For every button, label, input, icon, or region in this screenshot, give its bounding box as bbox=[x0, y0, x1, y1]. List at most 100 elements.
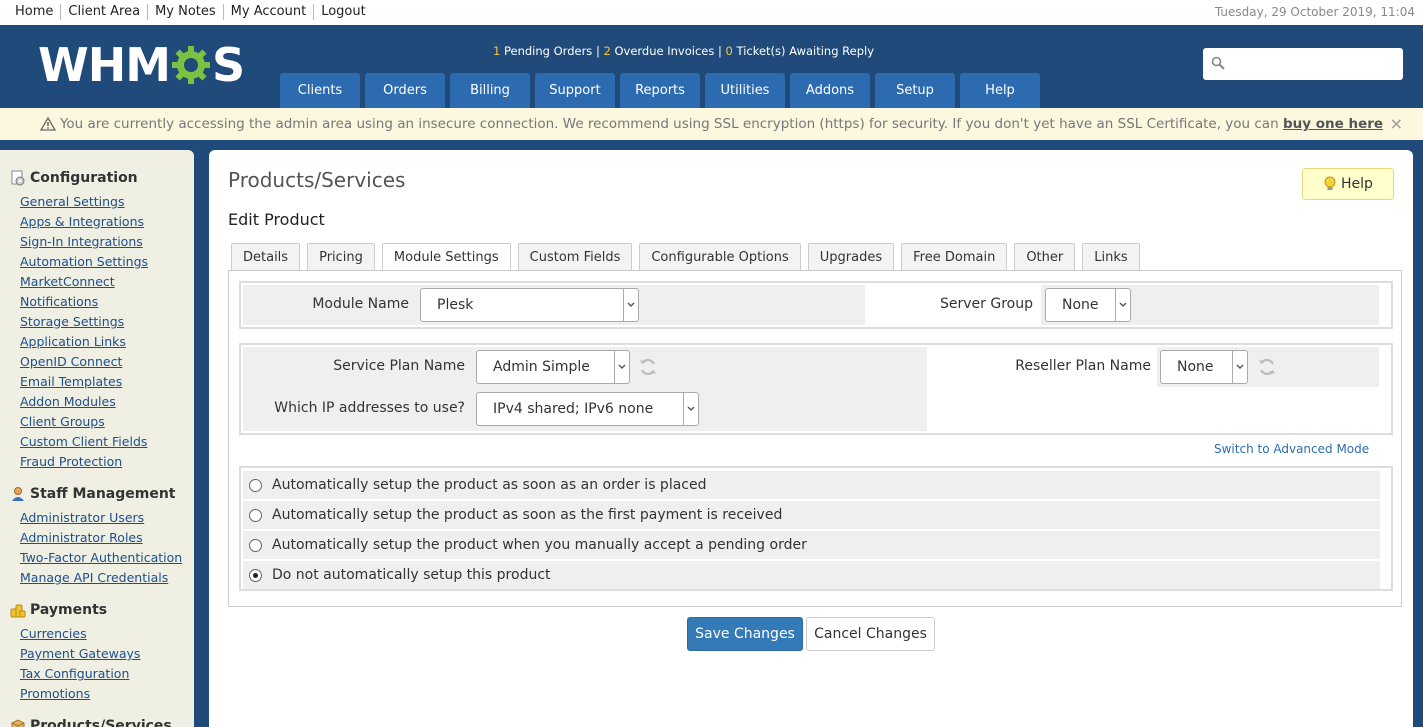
sidebar-item-custom-client-fields[interactable]: Custom Client Fields bbox=[20, 434, 147, 449]
sidebar-item-currencies[interactable]: Currencies bbox=[20, 626, 87, 641]
chevron-down-icon bbox=[623, 289, 638, 321]
edit-product-heading: Edit Product bbox=[228, 210, 325, 229]
tab-module-settings[interactable]: Module Settings bbox=[381, 243, 511, 271]
chevron-down-icon bbox=[1232, 351, 1247, 383]
nav-billing[interactable]: Billing bbox=[450, 73, 530, 108]
tickets-count[interactable]: 0 bbox=[726, 44, 733, 58]
save-changes-button[interactable]: Save Changes bbox=[687, 617, 803, 651]
tab-details[interactable]: Details bbox=[231, 243, 301, 270]
sidebar-item-email-templates[interactable]: Email Templates bbox=[20, 374, 122, 389]
chevron-down-icon bbox=[683, 393, 698, 425]
setup-option-row[interactable]: Automatically setup the product as soon … bbox=[243, 471, 1380, 499]
sidebar-item-tax-configuration[interactable]: Tax Configuration bbox=[20, 666, 129, 681]
box-icon bbox=[11, 719, 25, 727]
tab-configurable-options[interactable]: Configurable Options bbox=[639, 243, 801, 270]
top-link-home[interactable]: Home bbox=[8, 4, 60, 20]
module-settings-panel: Module Name Plesk Server Group None Serv… bbox=[228, 270, 1402, 607]
logo[interactable]: WHM S bbox=[38, 38, 245, 92]
help-button[interactable]: Help bbox=[1302, 168, 1394, 200]
nav-help[interactable]: Help bbox=[960, 73, 1040, 108]
buy-ssl-link[interactable]: buy one here bbox=[1283, 116, 1383, 132]
sidebar-item-fraud-protection[interactable]: Fraud Protection bbox=[20, 454, 122, 469]
overdue-invoices-label[interactable]: Overdue Invoices bbox=[611, 44, 714, 58]
main-content: Products/Services Help Edit Product Deta… bbox=[209, 150, 1413, 727]
setup-option-label: Automatically setup the product as soon … bbox=[272, 507, 783, 523]
sidebar-item-apps-integrations[interactable]: Apps & Integrations bbox=[20, 214, 144, 229]
user-icon bbox=[12, 487, 24, 501]
sidebar-section-title: Payments bbox=[30, 602, 108, 618]
nav-support[interactable]: Support bbox=[535, 73, 615, 108]
service-plan-select[interactable]: Admin Simple bbox=[476, 350, 630, 384]
tab-other[interactable]: Other bbox=[1014, 243, 1076, 270]
nav-utilities[interactable]: Utilities bbox=[705, 73, 785, 108]
sidebar-item-promotions[interactable]: Promotions bbox=[20, 686, 90, 701]
sidebar-item-general-settings[interactable]: General Settings bbox=[20, 194, 125, 209]
main-nav: Clients Orders Billing Support Reports U… bbox=[280, 73, 1045, 108]
tab-upgrades[interactable]: Upgrades bbox=[807, 243, 895, 270]
setup-option-row[interactable]: Automatically setup the product when you… bbox=[243, 531, 1380, 559]
module-config-box: Module Name Plesk Server Group None bbox=[239, 281, 1393, 329]
server-group-select[interactable]: None bbox=[1045, 288, 1131, 322]
sidebar-section-title: Configuration bbox=[30, 170, 138, 186]
sidebar-item-administrator-roles[interactable]: Administrator Roles bbox=[20, 530, 143, 545]
setup-option-row[interactable]: Do not automatically setup this product bbox=[243, 561, 1380, 589]
top-link-my-account[interactable]: My Account bbox=[222, 4, 314, 20]
nav-orders[interactable]: Orders bbox=[365, 73, 445, 108]
sidebar-item-openid-connect[interactable]: OpenID Connect bbox=[20, 354, 122, 369]
tab-links[interactable]: Links bbox=[1082, 243, 1140, 270]
product-tabs: Details Pricing Module Settings Custom F… bbox=[231, 243, 1147, 271]
reseller-plan-value: None bbox=[1177, 359, 1214, 375]
reseller-plan-label: Reseller Plan Name bbox=[1015, 358, 1151, 374]
sidebar-item-payment-gateways[interactable]: Payment Gateways bbox=[20, 646, 140, 661]
server-group-label: Server Group bbox=[940, 296, 1033, 312]
close-icon[interactable]: × bbox=[1390, 108, 1403, 140]
radio-button-selected[interactable] bbox=[249, 568, 262, 582]
cancel-changes-button[interactable]: Cancel Changes bbox=[806, 617, 935, 651]
warning-text: You are currently accessing the admin ar… bbox=[59, 116, 1283, 132]
overdue-invoices-count[interactable]: 2 bbox=[603, 44, 610, 58]
reseller-plan-select[interactable]: None bbox=[1160, 350, 1248, 384]
sidebar-item-notifications[interactable]: Notifications bbox=[20, 294, 98, 309]
sidebar-item-addon-modules[interactable]: Addon Modules bbox=[20, 394, 116, 409]
radio-button[interactable] bbox=[249, 508, 262, 522]
nav-reports[interactable]: Reports bbox=[620, 73, 700, 108]
setup-option-row[interactable]: Automatically setup the product as soon … bbox=[243, 501, 1380, 529]
sidebar-item-administrator-users[interactable]: Administrator Users bbox=[20, 510, 144, 525]
tab-free-domain[interactable]: Free Domain bbox=[901, 243, 1008, 270]
insecure-connection-warning: You are currently accessing the admin ar… bbox=[0, 108, 1423, 140]
sidebar-item-application-links[interactable]: Application Links bbox=[20, 334, 126, 349]
search-input[interactable] bbox=[1203, 48, 1403, 80]
sidebar-item-sign-in-integrations[interactable]: Sign-In Integrations bbox=[20, 234, 143, 249]
radio-button[interactable] bbox=[249, 478, 262, 492]
sidebar-item-manage-api-credentials[interactable]: Manage API Credentials bbox=[20, 570, 168, 585]
sidebar-item-storage-settings[interactable]: Storage Settings bbox=[20, 314, 124, 329]
radio-button[interactable] bbox=[249, 538, 262, 552]
nav-setup[interactable]: Setup bbox=[875, 73, 955, 108]
setup-option-label: Automatically setup the product as soon … bbox=[272, 477, 707, 493]
tab-pricing[interactable]: Pricing bbox=[307, 243, 375, 270]
refresh-icon[interactable] bbox=[1257, 357, 1277, 377]
coins-icon bbox=[10, 604, 26, 618]
sidebar-item-two-factor-authentication[interactable]: Two-Factor Authentication bbox=[20, 550, 182, 565]
nav-addons[interactable]: Addons bbox=[790, 73, 870, 108]
sidebar-item-client-groups[interactable]: Client Groups bbox=[20, 414, 105, 429]
setup-option-label: Do not automatically setup this product bbox=[272, 567, 551, 583]
module-name-label: Module Name bbox=[312, 296, 409, 312]
top-link-client-area[interactable]: Client Area bbox=[60, 4, 147, 20]
pending-orders-label[interactable]: Pending Orders bbox=[500, 44, 592, 58]
switch-advanced-mode-link[interactable]: Switch to Advanced Mode bbox=[1214, 442, 1369, 456]
sidebar-section-staff-management: Staff Management bbox=[10, 486, 194, 502]
sidebar-section-payments: Payments bbox=[10, 602, 194, 618]
nav-clients[interactable]: Clients bbox=[280, 73, 360, 108]
top-nav: Home Client Area My Notes My Account Log… bbox=[8, 4, 373, 20]
sidebar-item-automation-settings[interactable]: Automation Settings bbox=[20, 254, 148, 269]
module-name-select[interactable]: Plesk bbox=[420, 288, 639, 322]
top-link-logout[interactable]: Logout bbox=[313, 4, 373, 20]
chevron-down-icon bbox=[614, 351, 629, 383]
sidebar-item-marketconnect[interactable]: MarketConnect bbox=[20, 274, 115, 289]
top-link-my-notes[interactable]: My Notes bbox=[147, 4, 223, 20]
tab-custom-fields[interactable]: Custom Fields bbox=[517, 243, 633, 270]
refresh-icon[interactable] bbox=[638, 357, 658, 377]
ip-address-select[interactable]: IPv4 shared; IPv6 none bbox=[476, 392, 699, 426]
tickets-label[interactable]: Ticket(s) Awaiting Reply bbox=[733, 44, 875, 58]
